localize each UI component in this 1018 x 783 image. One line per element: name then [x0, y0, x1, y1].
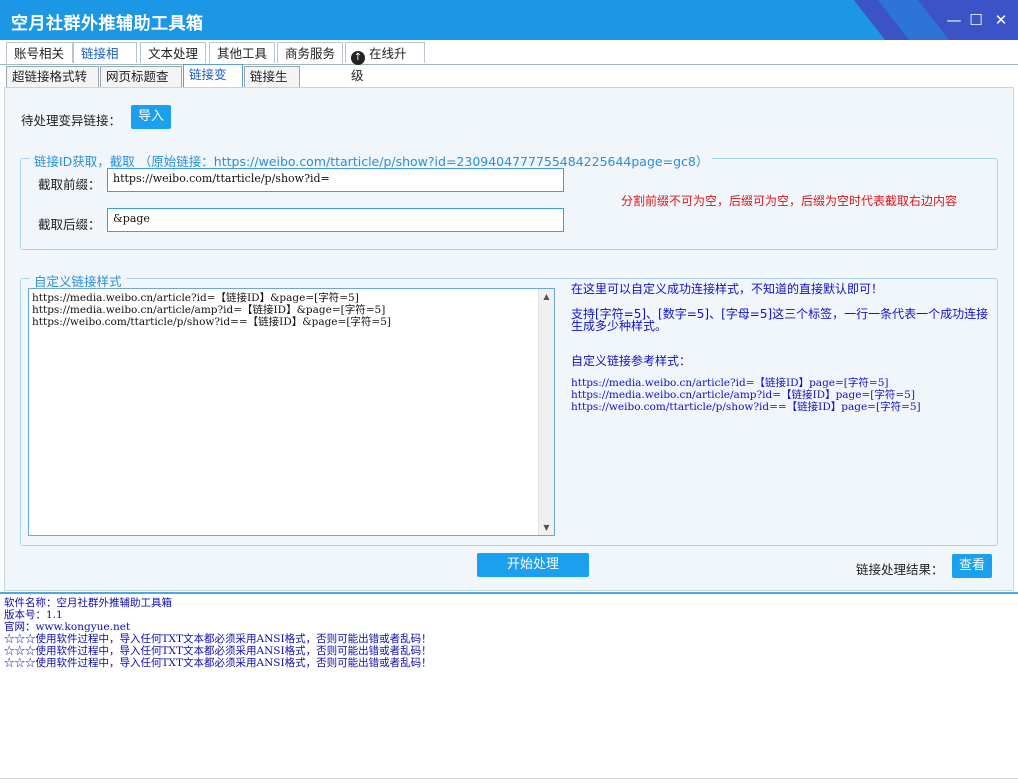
maximize-button[interactable]: ☐: [966, 10, 986, 30]
tab-account[interactable]: 账号相关: [6, 42, 73, 63]
view-result-button[interactable]: 查看: [952, 554, 992, 578]
sub-tab-bar: 超链接格式转换 网页标题查询 链接变异 链接生成: [4, 64, 1014, 104]
main-tab-bar: 账号相关 链接相关 文本处理 其他工具 商务服务 ↑ 在线升级: [0, 40, 1018, 83]
link-variant-panel: 待处理变异链接： 导入 链接ID获取，截取 （原始链接：https://weib…: [4, 87, 1014, 591]
style-line: https://media.weibo.cn/article/amp?id=【链…: [32, 304, 386, 316]
textarea-scrollbar[interactable]: ▲ ▼: [538, 289, 554, 535]
reference-style-line: https://media.weibo.cn/article/amp?id=【链…: [571, 389, 915, 401]
scroll-down-arrow-icon[interactable]: ▼: [539, 520, 554, 535]
status-line: [0, 778, 1018, 779]
log-line: 软件名称：空月社群外推辅助工具箱: [4, 597, 172, 609]
pending-links-label: 待处理变异链接：: [21, 113, 122, 128]
tab-online-upgrade[interactable]: ↑ 在线升级: [345, 42, 425, 83]
subtab-link-generate[interactable]: 链接生成: [244, 66, 300, 104]
minimize-button[interactable]: —: [944, 10, 964, 30]
prefix-input[interactable]: https://weibo.com/ttarticle/p/show?id=: [107, 168, 564, 192]
custom-style-textarea[interactable]: https://media.weibo.cn/article?id=【链接ID】…: [28, 288, 555, 536]
log-line: 官网：www.kongyue.net: [4, 621, 131, 633]
close-button[interactable]: ✕: [991, 10, 1011, 30]
subtab-page-title-query[interactable]: 网页标题查询: [100, 66, 182, 104]
tab-business[interactable]: 商务服务: [277, 42, 343, 63]
reference-styles-title: 自定义链接参考样式：: [571, 354, 692, 368]
log-line: 版本号：1.1: [4, 609, 63, 621]
result-label: 链接处理结果：: [856, 562, 944, 577]
scroll-up-arrow-icon[interactable]: ▲: [539, 289, 554, 304]
suffix-label: 截取后缀：: [38, 217, 101, 232]
reference-style-line: https://media.weibo.cn/article?id=【链接ID】…: [571, 377, 889, 389]
window-title: 空月社群外推辅助工具箱: [11, 14, 204, 34]
log-line: ☆☆☆使用软件过程中，导入任何TXT文本都必须采用ANSI格式，否则可能出错或者…: [4, 633, 432, 645]
subtab-hyperlink-format[interactable]: 超链接格式转换: [6, 66, 99, 104]
custom-style-help-title: 在这里可以自定义成功连接样式，不知道的直接默认即可！: [571, 282, 884, 296]
subtab-link-variant[interactable]: 链接变异: [183, 64, 243, 102]
tab-text[interactable]: 文本处理: [140, 42, 206, 63]
upload-arrow-icon: ↑: [351, 51, 365, 65]
tab-other-tools[interactable]: 其他工具: [209, 42, 275, 63]
import-button[interactable]: 导入: [131, 105, 171, 129]
style-line: https://media.weibo.cn/article?id=【链接ID】…: [32, 292, 359, 304]
log-output: 软件名称：空月社群外推辅助工具箱 版本号：1.1 官网：www.kongyue.…: [0, 592, 1018, 783]
title-bar: 空月社群外推辅助工具箱 — ☐ ✕: [0, 0, 1018, 40]
log-line: ☆☆☆使用软件过程中，导入任何TXT文本都必须采用ANSI格式，否则可能出错或者…: [4, 645, 432, 657]
split-hint-text: 分割前缀不可为空，后缀可为空，后缀为空时代表截取右边内容: [621, 194, 958, 208]
style-line: https://weibo.com/ttarticle/p/show?id==【…: [32, 316, 391, 328]
prefix-label: 截取前缀：: [38, 177, 101, 192]
custom-style-help-desc-2: 生成多少种样式。: [571, 319, 668, 333]
tab-links[interactable]: 链接相关: [73, 42, 137, 82]
log-line: ☆☆☆使用软件过程中，导入任何TXT文本都必须采用ANSI格式，否则可能出错或者…: [4, 657, 432, 669]
suffix-input[interactable]: &page: [107, 208, 564, 232]
reference-style-line: https://weibo.com/ttarticle/p/show?id==【…: [571, 401, 921, 413]
start-processing-button[interactable]: 开始处理: [477, 553, 589, 577]
